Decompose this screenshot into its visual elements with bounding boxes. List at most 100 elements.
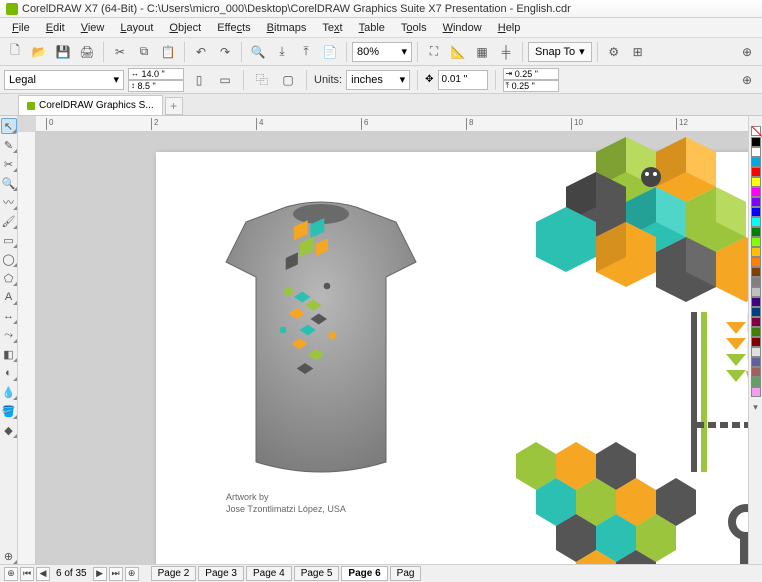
undo-button[interactable]: ↶ [190, 41, 212, 63]
color-swatch[interactable] [751, 337, 761, 347]
pick-tool[interactable]: ↖ [1, 118, 17, 134]
shape-tool[interactable]: ✎ [1, 137, 17, 153]
import-button[interactable]: ⤓ [271, 41, 293, 63]
color-swatch[interactable] [751, 387, 761, 397]
menu-tools[interactable]: Tools [393, 20, 435, 36]
menu-effects[interactable]: Effects [209, 20, 258, 36]
color-swatch[interactable] [751, 147, 761, 157]
color-swatch[interactable] [751, 237, 761, 247]
color-swatch[interactable] [751, 157, 761, 167]
menu-window[interactable]: Window [435, 20, 490, 36]
snap-to-dropdown[interactable]: Snap To▾ [528, 42, 592, 62]
transparency-tool[interactable]: ◐ [1, 365, 17, 381]
prev-page-button[interactable]: ◀ [36, 567, 50, 581]
color-swatch[interactable] [751, 297, 761, 307]
palette-scroll-down[interactable]: ▾ [753, 402, 758, 413]
color-swatch[interactable] [751, 347, 761, 357]
full-screen-button[interactable]: ⛶ [423, 41, 445, 63]
cut-button[interactable]: ✂ [109, 41, 131, 63]
color-swatch[interactable] [751, 317, 761, 327]
color-swatch[interactable] [751, 307, 761, 317]
current-page-button[interactable]: ▢ [277, 69, 299, 91]
page-tab[interactable]: Page 4 [246, 566, 292, 581]
menu-file[interactable]: File [4, 20, 38, 36]
crop-tool[interactable]: ✂ [1, 156, 17, 172]
color-swatch[interactable] [751, 247, 761, 257]
color-swatch[interactable] [751, 287, 761, 297]
menu-object[interactable]: Object [161, 20, 209, 36]
document-tab[interactable]: CorelDRAW Graphics S... [18, 95, 163, 115]
page-tab[interactable]: Pag [390, 566, 422, 581]
redo-button[interactable]: ↷ [214, 41, 236, 63]
color-swatch[interactable] [751, 167, 761, 177]
duplicate-y-input[interactable]: ⤒ 0.25 " [503, 80, 559, 92]
show-guidelines-button[interactable]: ╪ [495, 41, 517, 63]
horizontal-ruler[interactable]: 0 2 4 6 8 10 12 [36, 116, 748, 132]
menu-text[interactable]: Text [314, 20, 350, 36]
color-swatch[interactable] [751, 187, 761, 197]
page-tab[interactable]: Page 5 [294, 566, 340, 581]
color-swatch[interactable] [751, 227, 761, 237]
show-grid-button[interactable]: ▦ [471, 41, 493, 63]
freehand-tool[interactable]: 〰 [1, 194, 17, 210]
menu-edit[interactable]: Edit [38, 20, 73, 36]
menu-bitmaps[interactable]: Bitmaps [259, 20, 315, 36]
color-swatch[interactable] [751, 217, 761, 227]
color-eyedropper-tool[interactable]: 💧 [1, 384, 17, 400]
new-button[interactable]: 🗋 [4, 41, 26, 63]
rectangle-tool[interactable]: ▭ [1, 232, 17, 248]
menu-help[interactable]: Help [490, 20, 529, 36]
export-button[interactable]: ⤒ [295, 41, 317, 63]
save-button[interactable]: 💾 [52, 41, 74, 63]
page-preset-combo[interactable]: Legal▾ [4, 70, 124, 90]
paste-button[interactable]: 📋 [157, 41, 179, 63]
color-swatch[interactable] [751, 277, 761, 287]
color-swatch[interactable] [751, 267, 761, 277]
polygon-tool[interactable]: ⬠ [1, 270, 17, 286]
page-width-input[interactable]: ↔ 14.0 " [128, 68, 184, 80]
color-swatch[interactable] [751, 367, 761, 377]
color-swatch[interactable] [751, 327, 761, 337]
options-button[interactable]: ⚙ [603, 41, 625, 63]
add-document-tab-button[interactable]: + [165, 97, 183, 115]
next-page-button[interactable]: ▶ [93, 567, 107, 581]
duplicate-x-input[interactable]: ⇥ 0.25 " [503, 68, 559, 80]
zoom-tool[interactable]: 🔍 [1, 175, 17, 191]
publish-pdf-button[interactable]: 📄 [319, 41, 341, 63]
drawing-canvas[interactable]: IS MY WAY [36, 132, 748, 564]
all-pages-button[interactable]: ⿻ [251, 69, 273, 91]
show-rulers-button[interactable]: 📐 [447, 41, 469, 63]
artistic-media-tool[interactable]: 🖌 [1, 213, 17, 229]
menu-view[interactable]: View [73, 20, 113, 36]
no-color-swatch[interactable] [751, 126, 761, 136]
parallel-dimension-tool[interactable]: ↔ [1, 308, 17, 324]
menu-table[interactable]: Table [351, 20, 393, 36]
menu-layout[interactable]: Layout [112, 20, 161, 36]
ellipse-tool[interactable]: ◯ [1, 251, 17, 267]
page-height-input[interactable]: ↕ 8.5 " [128, 80, 184, 92]
page[interactable]: IS MY WAY [156, 152, 748, 564]
print-button[interactable]: 🖨 [76, 41, 98, 63]
zoom-combo[interactable]: 80%▾ [352, 42, 412, 62]
color-swatch[interactable] [751, 207, 761, 217]
app-launcher-button[interactable]: ⊞ [627, 41, 649, 63]
text-tool[interactable]: A [1, 289, 17, 305]
drop-shadow-tool[interactable]: ◧ [1, 346, 17, 362]
page-tab-active[interactable]: Page 6 [341, 566, 387, 581]
add-page-button[interactable]: ⊕ [4, 567, 18, 581]
copy-button[interactable]: ⧉ [133, 41, 155, 63]
nudge-distance-input[interactable]: 0.01 " [438, 70, 488, 90]
color-swatch[interactable] [751, 257, 761, 267]
page-tab[interactable]: Page 2 [151, 566, 197, 581]
color-swatch[interactable] [751, 197, 761, 207]
toolbar-overflow-button[interactable]: ⊕ [736, 41, 758, 63]
page-tab[interactable]: Page 3 [198, 566, 244, 581]
search-content-button[interactable]: 🔍 [247, 41, 269, 63]
portrait-button[interactable]: ▯ [188, 69, 210, 91]
smart-fill-tool[interactable]: ◆ [1, 422, 17, 438]
add-page-after-button[interactable]: ⊕ [125, 567, 139, 581]
connector-tool[interactable]: ⤳ [1, 327, 17, 343]
open-button[interactable]: 📂 [28, 41, 50, 63]
color-swatch[interactable] [751, 357, 761, 367]
color-swatch[interactable] [751, 377, 761, 387]
